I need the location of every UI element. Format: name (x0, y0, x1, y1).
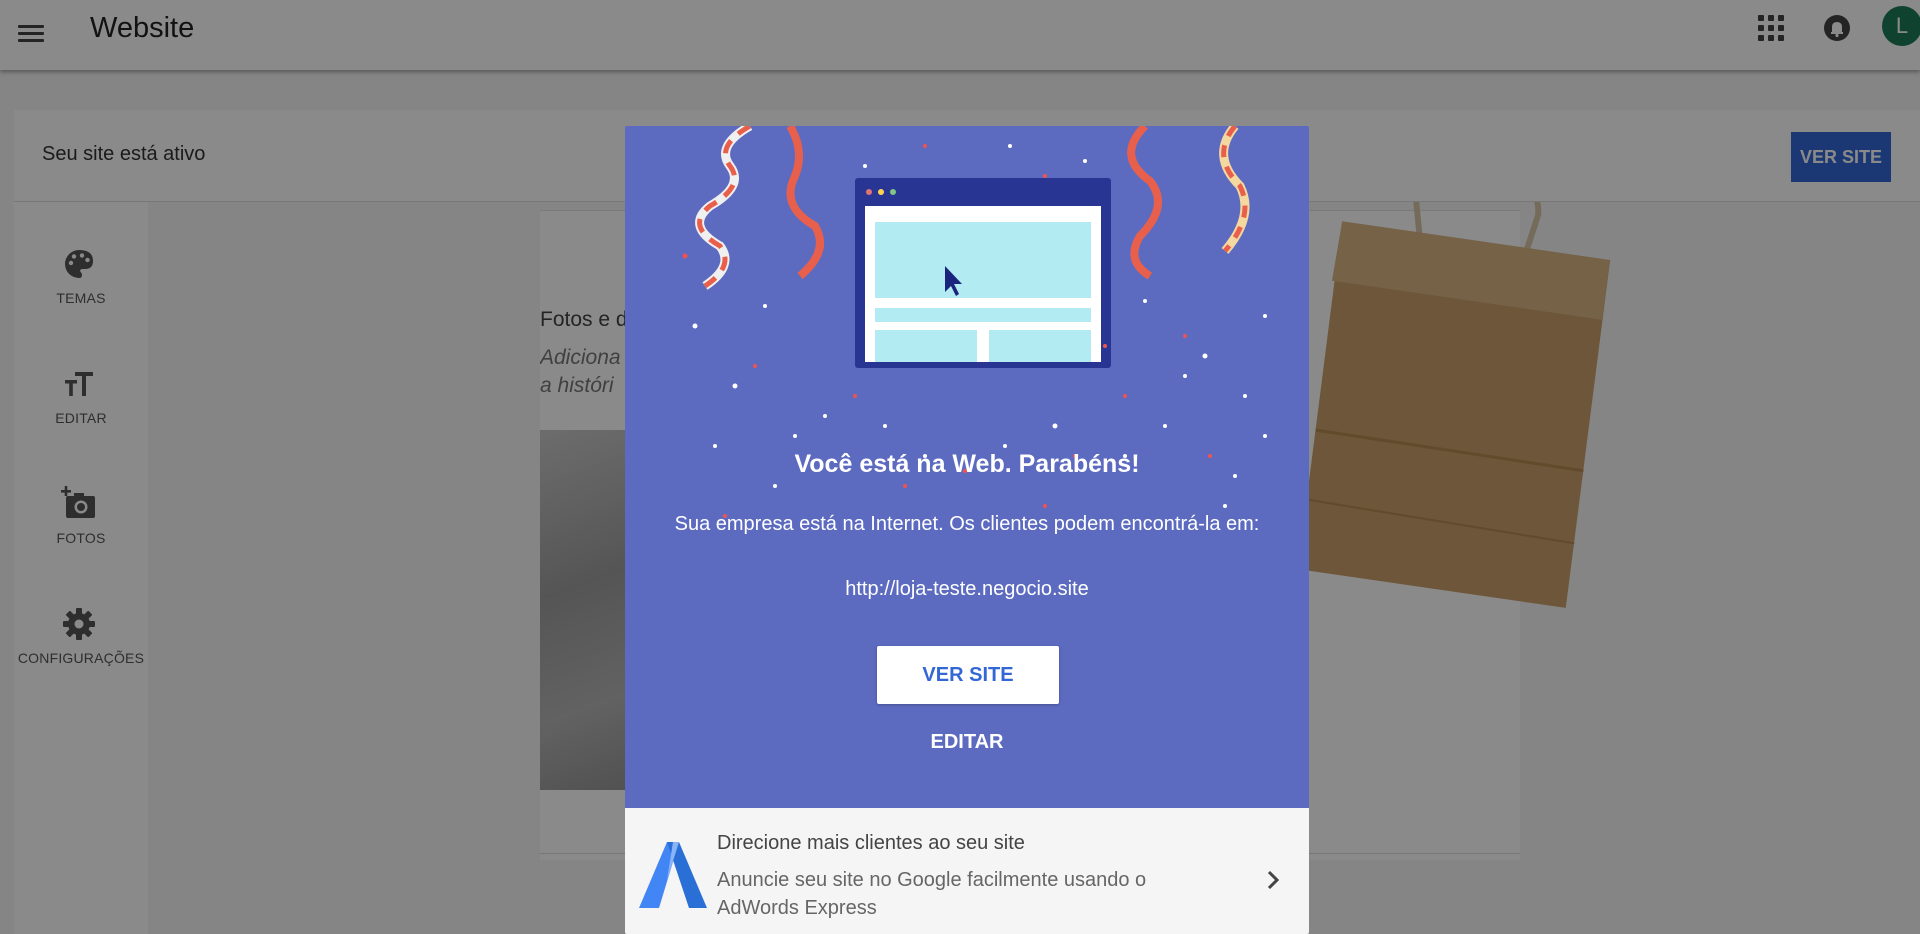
promo-title: Direcione mais clientes ao seu site (717, 832, 1025, 854)
view-site-button[interactable]: VER SITE (877, 646, 1059, 704)
adwords-logo-icon (639, 842, 707, 908)
site-url[interactable]: http://loja-teste.negocio.site (625, 578, 1309, 601)
chevron-right-icon (1267, 870, 1280, 890)
dialog-body: Sua empresa está na Internet. Os cliente… (674, 513, 1260, 535)
confetti-illustration (682, 126, 1267, 518)
publish-success-dialog: Você está na Web. Parabéns! Sua empresa … (625, 126, 1309, 934)
adwords-promo-item[interactable]: Direcione mais clientes ao seu site Anun… (625, 808, 1309, 934)
promo-description: Anuncie seu site no Google facilmente us… (717, 869, 1147, 919)
dialog-title: Você está na Web. Parabéns! (794, 450, 1140, 478)
edit-button[interactable]: EDITAR (917, 726, 1017, 758)
dialog-hero: Você está na Web. Parabéns! Sua empresa … (625, 126, 1309, 808)
